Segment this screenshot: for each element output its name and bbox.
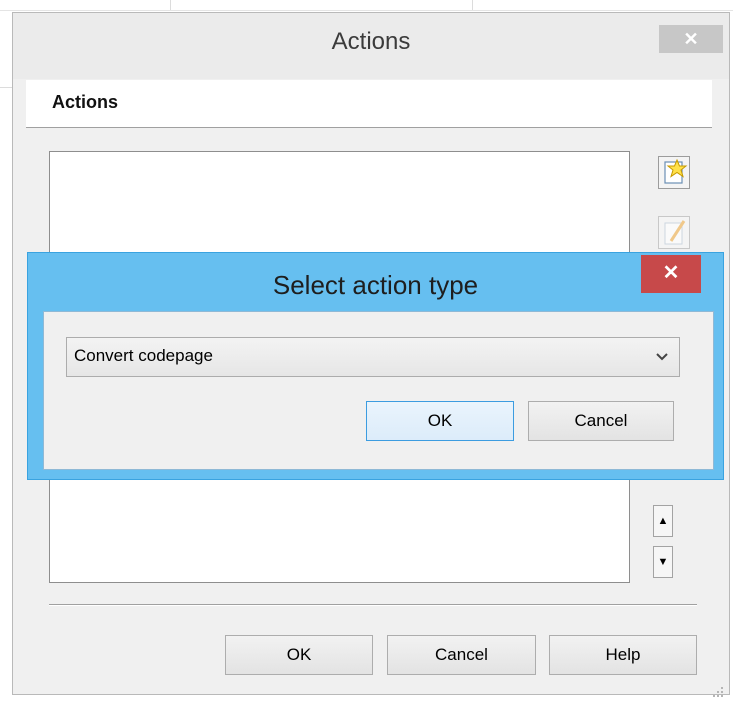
background-divider: [0, 10, 733, 11]
chevron-down-icon: [656, 353, 668, 361]
actions-dialog-title: Actions: [331, 28, 411, 55]
edit-action-icon: [664, 220, 686, 245]
help-button[interactable]: Help: [549, 635, 697, 675]
new-action-button[interactable]: [658, 156, 690, 189]
actions-dialog-close-button[interactable]: ✕: [659, 25, 723, 53]
move-down-button[interactable]: ▼: [653, 546, 673, 578]
select-action-type-ok-button[interactable]: OK: [366, 401, 514, 441]
edit-action-button[interactable]: [658, 216, 690, 249]
select-action-type-body: [43, 311, 714, 470]
select-action-type-cancel-button[interactable]: Cancel: [528, 401, 674, 441]
background-divider: [170, 0, 171, 10]
resize-grip-icon[interactable]: [707, 683, 725, 701]
cancel-button[interactable]: Cancel: [387, 635, 536, 675]
background-divider: [472, 0, 473, 10]
move-up-button[interactable]: ▲: [653, 505, 673, 537]
action-type-selected-value: Convert codepage: [74, 346, 213, 365]
select-action-type-title: Select action type: [272, 270, 479, 300]
ok-button[interactable]: OK: [225, 635, 373, 675]
footer-separator-highlight: [49, 605, 697, 606]
new-action-icon: [664, 158, 688, 184]
select-action-type-close-button[interactable]: ✕: [641, 255, 701, 293]
section-header-band: [26, 80, 712, 128]
section-header-title: Actions: [52, 92, 119, 112]
background-divider: [0, 87, 12, 88]
